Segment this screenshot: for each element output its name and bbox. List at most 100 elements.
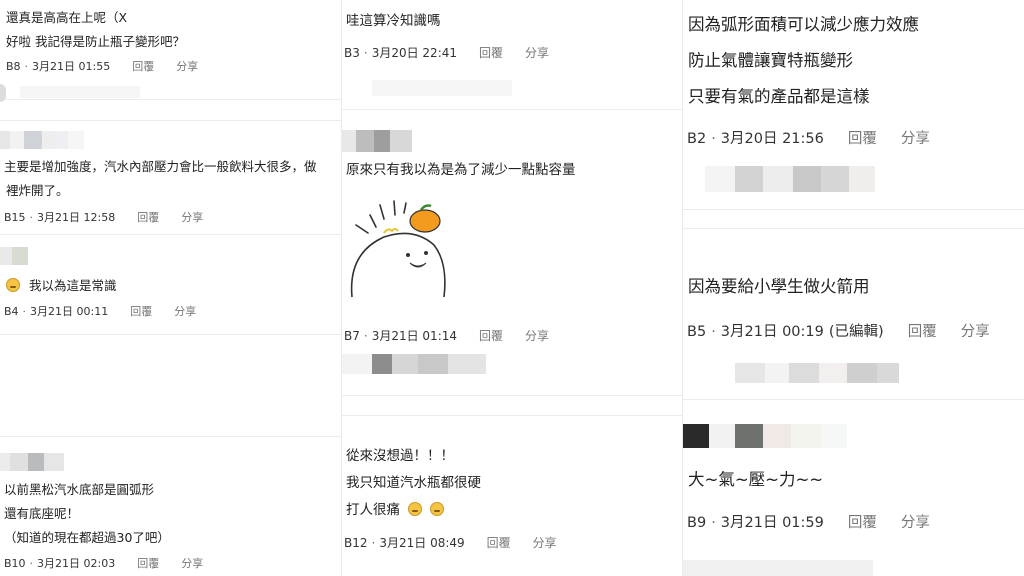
share-button[interactable]: 分享: [525, 327, 549, 344]
comment-meta: B10 · 3月21日 02:03 回覆 分享: [4, 555, 203, 571]
reply-button[interactable]: 回覆: [479, 327, 503, 344]
comment-text: 只要有氣的產品都是這樣: [688, 87, 870, 106]
comment-text-row: 我以為這是常識: [6, 275, 117, 294]
floor-number: B15: [4, 211, 26, 224]
blurred-username: [735, 363, 899, 383]
comment-meta: B9 · 3月21日 01:59 回覆 分享: [687, 511, 930, 532]
meta-separator: ·: [29, 211, 34, 224]
comment-text: 大~氣~壓~力~~: [688, 470, 824, 489]
comment-text: 還有底座呢！: [4, 506, 80, 521]
laughing-face-icon: [408, 502, 423, 516]
comment-meta: B12 · 3月21日 08:49 回覆 分享: [344, 534, 557, 551]
comment-meta: B8 · 3月21日 01:55 回覆 分享: [6, 58, 198, 74]
comment-text: 打人很痛: [346, 502, 400, 518]
floor-number: B5: [687, 324, 707, 340]
meta-separator: ·: [711, 324, 716, 340]
reply-button[interactable]: 回覆: [908, 320, 937, 341]
comment-text: 因為要給小學生做火箭用: [688, 277, 870, 296]
share-button[interactable]: 分享: [174, 303, 196, 319]
share-button[interactable]: 分享: [181, 555, 203, 571]
meta-separator: ·: [363, 329, 368, 343]
comment-text: 主要是增加強度，汽水內部壓力會比一般飲料大很多，做: [4, 159, 317, 174]
comment-card: 因為要給小學生做火箭用 B5 · 3月21日 00:19 (已編輯) 回覆 分享: [683, 228, 1024, 400]
blurred-username: [705, 166, 875, 192]
comment-column-3: 因為弧形面積可以減少應力效應 防止氣體讓寶特瓶變形 只要有氣的產品都是這樣 B2…: [683, 0, 1024, 576]
empty-card: [0, 335, 341, 437]
floor-number: B4: [4, 305, 19, 318]
floor-number: B12: [344, 536, 368, 550]
comment-time: 3月20日 22:41: [371, 46, 458, 60]
meta-separator: ·: [24, 60, 29, 73]
comment-text: 以前黑松汽水底部是圓弧形: [4, 482, 155, 497]
blurred-username: [683, 424, 847, 448]
share-button[interactable]: 分享: [525, 44, 549, 61]
reply-button[interactable]: 回覆: [479, 44, 503, 61]
meta-separator: ·: [711, 515, 716, 531]
comment-card: 還真是高高在上呢（X 好啦 我記得是防止瓶子變形吧？ B8 · 3月21日 01…: [0, 0, 341, 102]
comment-column-1: 還真是高高在上呢（X 好啦 我記得是防止瓶子變形吧？ B8 · 3月21日 01…: [0, 0, 341, 576]
comment-time: 3月21日 01:14: [371, 329, 458, 343]
comment-card: 哇這算冷知識嗎 B3 · 3月20日 22:41 回覆 分享: [342, 0, 682, 110]
meta-separator: ·: [29, 557, 34, 570]
blurred-username: [342, 354, 486, 374]
comment-text: （知道的現在都超過30了吧）: [4, 530, 170, 545]
comment-card: 大~氣~壓~力~~ B9 · 3月21日 01:59 回覆 分享: [683, 400, 1024, 576]
comment-meta: B7 · 3月21日 01:14 回覆 分享: [344, 327, 549, 344]
comment-text: 我只知道汽水瓶都很硬: [346, 475, 481, 491]
reply-button[interactable]: 回覆: [132, 58, 154, 74]
comment-time: 3月21日 01:55: [32, 60, 111, 73]
comment-card: 原來只有我以為是為了減少一點點容量 B7 · 3月21日 01:14 回覆 分享: [342, 118, 682, 396]
floor-number: B8: [6, 60, 21, 73]
comment-meta: B4 · 3月21日 00:11 回覆 分享: [4, 303, 196, 319]
blurred-username: [0, 247, 28, 265]
comment-card: 主要是增加強度，汽水內部壓力會比一般飲料大很多，做 裡炸開了。 B15 · 3月…: [0, 120, 341, 235]
avatar: [0, 84, 6, 102]
comment-time: 3月20日 21:56: [720, 131, 824, 147]
blurred-username: [683, 560, 873, 576]
comment-card: 因為弧形面積可以減少應力效應 防止氣體讓寶特瓶變形 只要有氣的產品都是這樣 B2…: [683, 0, 1024, 210]
reply-button[interactable]: 回覆: [130, 303, 152, 319]
floor-number: B3: [344, 46, 360, 60]
share-button[interactable]: 分享: [181, 209, 203, 225]
comment-meta: B2 · 3月20日 21:56 回覆 分享: [687, 127, 930, 148]
reply-button[interactable]: 回覆: [137, 555, 159, 571]
comment-text: 從來沒想過！！！: [346, 448, 454, 464]
comment-time: 3月21日 02:03: [37, 557, 116, 570]
thinking-face-icon: [6, 278, 20, 292]
reply-button[interactable]: 回覆: [848, 127, 877, 148]
share-button[interactable]: 分享: [533, 534, 557, 551]
meta-separator: ·: [363, 46, 368, 60]
blurred-username: [372, 80, 512, 96]
duck-sticker-icon: [350, 200, 446, 298]
meta-separator: ·: [371, 536, 376, 550]
share-button[interactable]: 分享: [901, 511, 930, 532]
comment-text: 哇這算冷知識嗎: [346, 13, 441, 29]
comment-text: 還真是高高在上呢（X: [6, 10, 128, 25]
floor-number: B2: [687, 131, 707, 147]
meta-separator: ·: [22, 305, 27, 318]
share-button[interactable]: 分享: [901, 127, 930, 148]
share-button[interactable]: 分享: [961, 320, 990, 341]
comment-card: 我以為這是常識 B4 · 3月21日 00:11 回覆 分享: [0, 235, 341, 335]
share-button[interactable]: 分享: [176, 58, 198, 74]
comment-card: 以前黑松汽水底部是圓弧形 還有底座呢！ （知道的現在都超過30了吧） B10 ·…: [0, 437, 341, 576]
comment-meta: B15 · 3月21日 12:58 回覆 分享: [4, 209, 203, 225]
reply-button[interactable]: 回覆: [848, 511, 877, 532]
comment-time: 3月21日 00:11: [30, 305, 109, 318]
comment-text: 我以為這是常識: [28, 278, 117, 293]
comment-time: 3月21日 01:59: [720, 515, 824, 531]
blurred-username: [0, 131, 84, 149]
reply-button[interactable]: 回覆: [137, 209, 159, 225]
reply-button[interactable]: 回覆: [487, 534, 511, 551]
comment-time: 3月21日 12:58: [37, 211, 116, 224]
comment-text: 原來只有我以為是為了減少一點點容量: [346, 162, 576, 178]
laughing-face-icon: [429, 502, 444, 516]
comment-time: 3月21日 08:49: [379, 536, 465, 550]
comment-card: 從來沒想過！！！ 我只知道汽水瓶都很硬 打人很痛 B12 · 3月21日 08:…: [342, 415, 682, 576]
floor-number: B7: [344, 329, 360, 343]
comment-text: 防止氣體讓寶特瓶變形: [688, 51, 853, 70]
comment-text: 因為弧形面積可以減少應力效應: [688, 15, 919, 34]
comment-time: 3月21日 00:19: [720, 324, 824, 340]
blurred-username: [342, 130, 412, 152]
meta-separator: ·: [711, 131, 716, 147]
